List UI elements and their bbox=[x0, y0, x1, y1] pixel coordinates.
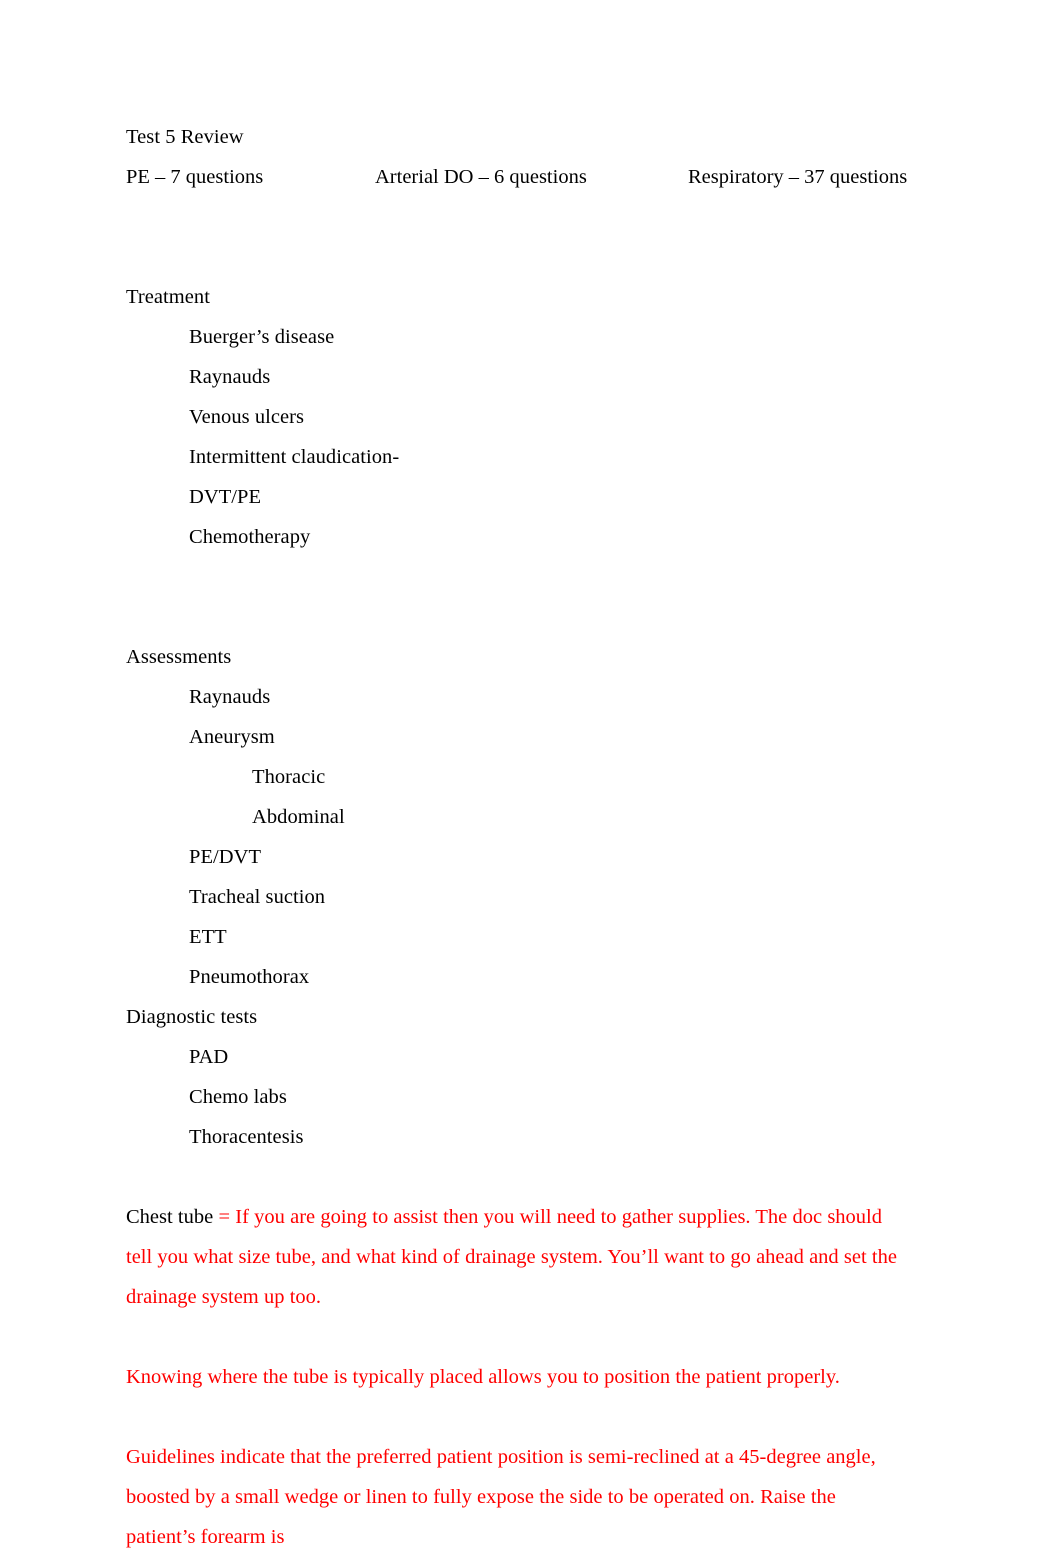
section-heading-diagnostic-tests: Diagnostic tests bbox=[126, 1006, 258, 1028]
list-item: Tracheal suction bbox=[189, 886, 326, 908]
question-count-arterial-do: Arterial DO – 6 questions bbox=[375, 166, 587, 188]
list-item: PE/DVT bbox=[189, 846, 262, 868]
note-patient-position-guidelines: Guidelines indicate that the preferred p… bbox=[126, 1446, 876, 1548]
list-item: Intermittent claudication- bbox=[189, 446, 400, 468]
list-item: Raynauds bbox=[189, 686, 271, 708]
section-heading-treatment: Treatment bbox=[126, 286, 210, 308]
question-count-pe: PE – 7 questions bbox=[126, 166, 264, 188]
list-item: Raynauds bbox=[189, 366, 271, 388]
list-item: Chemotherapy bbox=[189, 526, 311, 548]
document-page: Test 5 Review PE – 7 questions Arterial … bbox=[0, 0, 1062, 1548]
note-chest-tube-label: Chest tube bbox=[126, 1206, 219, 1228]
list-item: Aneurysm bbox=[189, 726, 275, 748]
question-count-respiratory: Respiratory – 37 questions bbox=[688, 166, 908, 188]
note-tube-placement: Knowing where the tube is typically plac… bbox=[126, 1366, 840, 1388]
list-item: DVT/PE bbox=[189, 486, 262, 508]
list-item: PAD bbox=[189, 1046, 229, 1068]
list-item: Venous ulcers bbox=[189, 406, 305, 428]
list-item: ETT bbox=[189, 926, 227, 948]
list-item: Pneumothorax bbox=[189, 966, 310, 988]
list-item: Thoracic bbox=[252, 766, 326, 788]
question-breakdown-row: PE – 7 questions Arterial DO – 6 questio… bbox=[126, 157, 907, 197]
page-title: Test 5 Review bbox=[126, 126, 244, 148]
section-heading-assessments: Assessments bbox=[126, 646, 232, 668]
list-item: Chemo labs bbox=[189, 1086, 287, 1108]
note-chest-tube: Chest tube = If you are going to assist … bbox=[126, 1197, 906, 1317]
list-item: Thoracentesis bbox=[189, 1126, 304, 1148]
note-chest-tube-body: = If you are going to assist then you wi… bbox=[126, 1206, 897, 1308]
list-item: Buerger’s disease bbox=[189, 326, 335, 348]
list-item: Abdominal bbox=[252, 806, 345, 828]
